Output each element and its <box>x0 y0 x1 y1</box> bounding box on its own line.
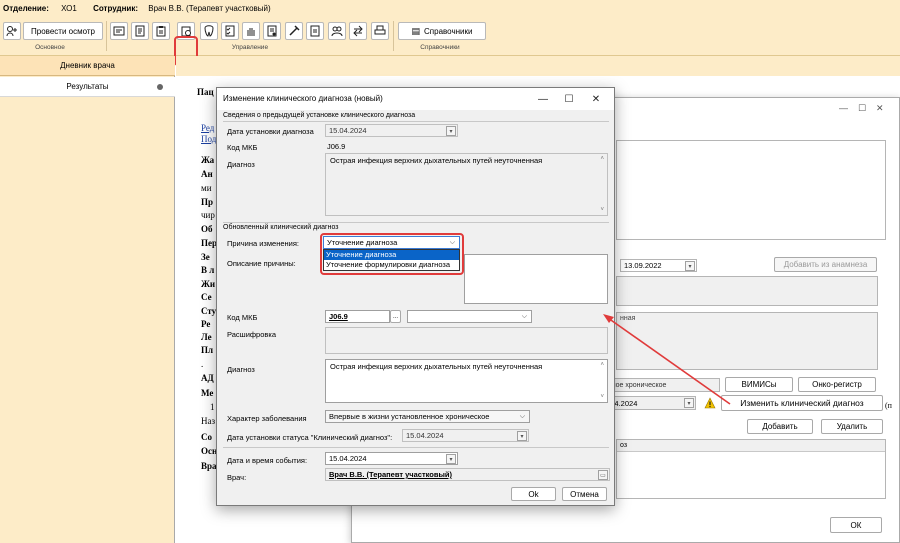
annotation-arrow <box>603 314 731 405</box>
